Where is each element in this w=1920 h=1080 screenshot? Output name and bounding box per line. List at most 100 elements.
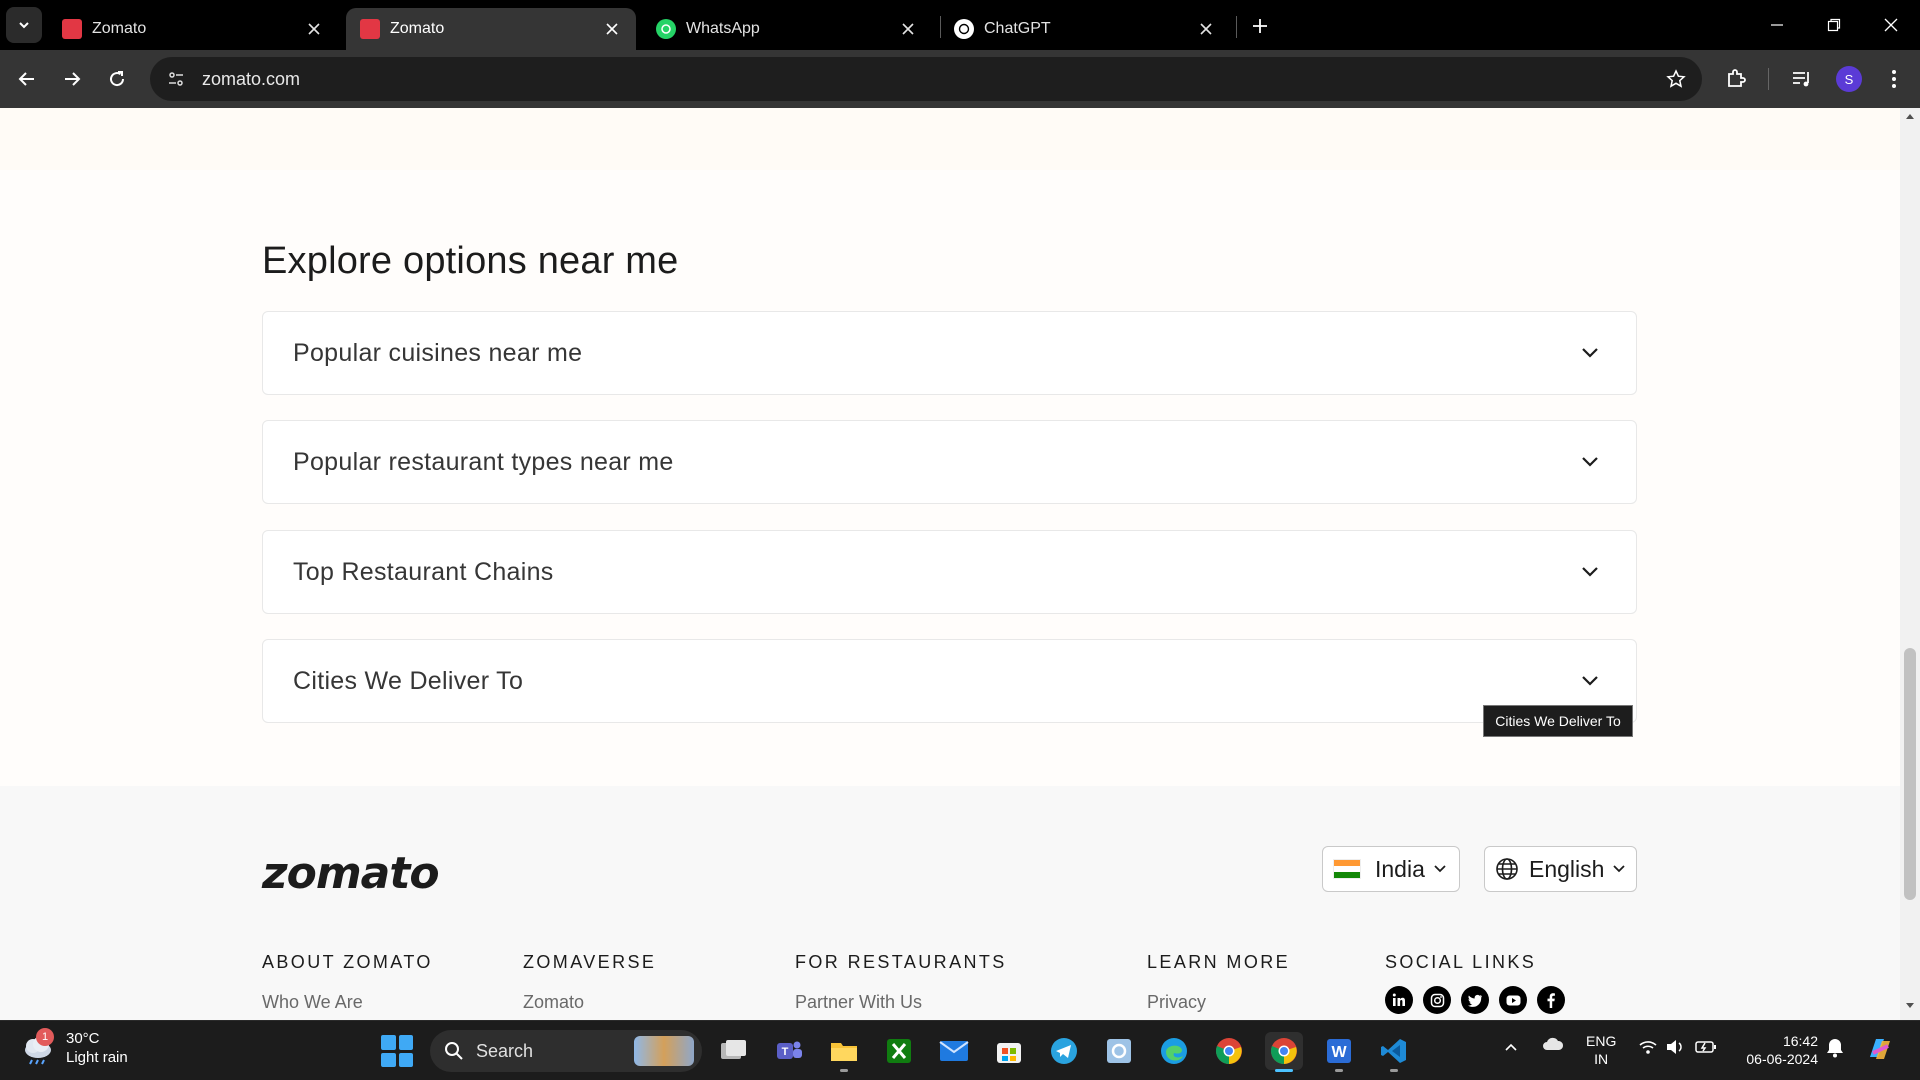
task-view-app[interactable]: [715, 1032, 753, 1070]
url-text[interactable]: zomato.com: [202, 69, 1656, 90]
cloud-rain-icon: 1: [20, 1028, 56, 1066]
browser-menu-button[interactable]: [1878, 63, 1910, 95]
tab-title: ChatGPT: [984, 20, 1051, 37]
remote-desktop-app[interactable]: [1100, 1032, 1138, 1070]
running-indicator: [1390, 1069, 1398, 1072]
close-icon[interactable]: [304, 19, 324, 39]
minimize-button[interactable]: [1762, 10, 1792, 40]
chevron-down-icon: [1578, 450, 1602, 474]
chrome-profile-app[interactable]: [1265, 1032, 1303, 1072]
footer-link-who-we-are[interactable]: Who We Are: [262, 992, 363, 1013]
close-icon[interactable]: [602, 19, 622, 39]
restore-icon: [1827, 18, 1841, 32]
forward-button[interactable]: [55, 62, 89, 96]
media-controls-button[interactable]: [1786, 63, 1818, 95]
task-view-icon: [721, 1040, 746, 1059]
back-button[interactable]: [10, 62, 44, 96]
weather-widget[interactable]: 1 30°C Light rain: [20, 1028, 128, 1067]
tab-search-button[interactable]: [6, 7, 42, 43]
onedrive-cloud-icon[interactable]: [1542, 1037, 1564, 1054]
search-icon: [445, 1042, 463, 1060]
page-content: Explore options near me Popular cuisines…: [0, 108, 1900, 1020]
weather-temp: 30°C: [66, 1030, 100, 1047]
teams-app[interactable]: T: [770, 1032, 808, 1070]
footer-link-zomato[interactable]: Zomato: [523, 992, 584, 1013]
chrome-app[interactable]: [1210, 1032, 1248, 1070]
footer-link-privacy[interactable]: Privacy: [1147, 992, 1206, 1013]
input-language-indicator[interactable]: ENG IN: [1586, 1032, 1616, 1068]
wifi-icon[interactable]: [1638, 1039, 1658, 1058]
top-band: [0, 108, 1900, 170]
tab-whatsapp[interactable]: WhatsApp: [642, 8, 932, 50]
telegram-app[interactable]: [1045, 1032, 1083, 1070]
site-footer: zomato India English ABOUT ZOMATO ZOMAVE…: [0, 786, 1900, 1020]
accordion-cities[interactable]: Cities We Deliver To: [262, 639, 1637, 723]
tab-zomato-2[interactable]: Zomato: [346, 8, 636, 50]
new-tab-button[interactable]: [1246, 12, 1274, 40]
zomato-logo[interactable]: zomato: [262, 848, 440, 899]
accordion-restaurant-types[interactable]: Popular restaurant types near me: [262, 420, 1637, 504]
profile-avatar[interactable]: S: [1836, 66, 1862, 92]
system-clock[interactable]: 16:42 06-06-2024: [1738, 1032, 1818, 1068]
footer-link-partner[interactable]: Partner With Us: [795, 992, 922, 1013]
instagram-icon[interactable]: [1423, 986, 1451, 1014]
chatgpt-favicon-icon: [954, 19, 974, 39]
file-explorer-app[interactable]: [825, 1032, 863, 1072]
explore-section-title: Explore options near me: [262, 240, 679, 282]
browser-tab-bar: Zomato Zomato WhatsApp ChatGPT: [0, 0, 1920, 50]
footer-heading-learn-more: LEARN MORE: [1147, 952, 1291, 972]
show-hidden-icons-chevron-icon[interactable]: [1504, 1039, 1518, 1055]
windows-taskbar: 1 30°C Light rain Search T W ENG IN 16:4…: [0, 1020, 1920, 1080]
youtube-icon[interactable]: [1499, 986, 1527, 1014]
word-app[interactable]: W: [1320, 1032, 1358, 1072]
volume-icon[interactable]: [1665, 1039, 1685, 1058]
accordion-label: Cities We Deliver To: [293, 666, 524, 695]
linkedin-icon[interactable]: [1385, 986, 1413, 1014]
store-icon: [997, 1043, 1021, 1063]
facebook-icon[interactable]: [1537, 986, 1565, 1014]
notification-bell-icon[interactable]: [1826, 1038, 1844, 1061]
scroll-up-arrow-icon[interactable]: [1900, 112, 1920, 126]
accordion-popular-cuisines[interactable]: Popular cuisines near me: [262, 311, 1637, 395]
running-indicator: [1335, 1069, 1343, 1072]
vscode-app[interactable]: [1375, 1032, 1413, 1072]
zomato-favicon-icon: [62, 19, 82, 39]
copilot-icon[interactable]: [1864, 1033, 1896, 1068]
close-icon[interactable]: [898, 19, 918, 39]
language-selector[interactable]: English: [1484, 846, 1637, 892]
country-selector[interactable]: India: [1322, 846, 1460, 892]
tab-title: Zomato: [92, 20, 147, 37]
address-bar[interactable]: zomato.com: [150, 57, 1702, 101]
reload-button[interactable]: [100, 62, 134, 96]
footer-heading-restaurants: FOR RESTAURANTS: [795, 952, 1007, 972]
mail-app[interactable]: [935, 1032, 973, 1070]
microsoft-store-app[interactable]: [990, 1032, 1028, 1070]
accordion-label: Top Restaurant Chains: [293, 557, 554, 586]
minimize-icon: [1771, 24, 1783, 26]
site-settings-icon[interactable]: [154, 57, 198, 101]
page-scrollbar[interactable]: [1900, 108, 1920, 1020]
accordion-top-chains[interactable]: Top Restaurant Chains: [262, 530, 1637, 614]
extensions-button[interactable]: [1720, 63, 1752, 95]
windows-start-button[interactable]: [381, 1035, 413, 1067]
twitter-icon[interactable]: [1461, 986, 1489, 1014]
edge-app[interactable]: [1155, 1032, 1193, 1070]
scrollbar-thumb[interactable]: [1904, 648, 1916, 900]
close-window-button[interactable]: [1876, 10, 1906, 40]
xbox-app[interactable]: [880, 1032, 918, 1070]
taskbar-search[interactable]: Search: [430, 1030, 702, 1072]
footer-heading-about: ABOUT ZOMATO: [262, 952, 433, 972]
remote-desktop-icon: [1107, 1039, 1131, 1063]
tab-chatgpt[interactable]: ChatGPT: [940, 8, 1230, 50]
restore-button[interactable]: [1819, 10, 1849, 40]
bookmark-star-icon[interactable]: [1656, 59, 1696, 99]
close-icon[interactable]: [1196, 19, 1216, 39]
battery-icon[interactable]: [1695, 1039, 1717, 1058]
running-indicator: [840, 1069, 848, 1072]
telegram-icon: [1051, 1038, 1077, 1064]
search-highlight-image: [634, 1036, 694, 1066]
tab-zomato-1[interactable]: Zomato: [48, 8, 338, 50]
vscode-icon: [1381, 1039, 1406, 1063]
tab-title: Zomato: [390, 20, 445, 37]
scroll-down-arrow-icon[interactable]: [1900, 1002, 1920, 1016]
